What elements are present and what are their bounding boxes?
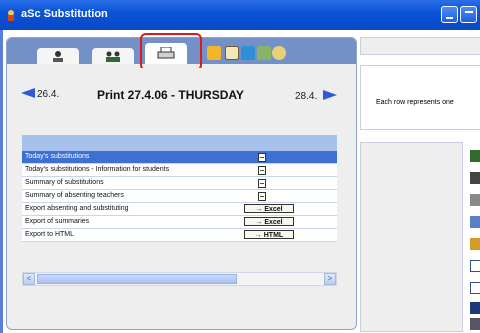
list-item[interactable]: Export to HTML → HTML bbox=[22, 229, 337, 242]
scroll-right-button[interactable]: > bbox=[324, 273, 336, 285]
next-day-link[interactable]: 28.4. bbox=[295, 90, 338, 102]
export-button[interactable]: → HTML bbox=[244, 230, 294, 239]
list-header bbox=[22, 135, 337, 151]
list-item-label: Today's substitutions bbox=[25, 153, 90, 160]
edit-icon[interactable] bbox=[470, 216, 480, 228]
prev-day-link[interactable]: 26.4. bbox=[21, 88, 59, 100]
title-bar[interactable]: aSc Substitution bbox=[0, 0, 480, 30]
scroll-thumb[interactable] bbox=[37, 274, 237, 284]
key-icon[interactable] bbox=[470, 238, 480, 250]
list-item[interactable]: Export absenting and substituting → Excel bbox=[22, 203, 337, 216]
prev-day-label: 26.4. bbox=[37, 89, 60, 100]
group-icon bbox=[106, 51, 120, 62]
list-item-label: Export absenting and substituting bbox=[25, 205, 129, 212]
app-window: aSc Substitution 26.4. Print 27.4.06 - T… bbox=[0, 0, 480, 333]
client-area: 26.4. Print 27.4.06 - THURSDAY 28.4. Tod… bbox=[3, 30, 480, 333]
print-options-list: Today's substitutions Today's substitutio… bbox=[22, 151, 337, 242]
export-button[interactable]: → Excel bbox=[244, 204, 294, 213]
list-item[interactable]: Export of summaries → Excel bbox=[22, 216, 337, 229]
arrow-right-icon bbox=[323, 90, 338, 100]
arrow-left-icon bbox=[21, 88, 35, 98]
print-panel: 26.4. Print 27.4.06 - THURSDAY 28.4. Tod… bbox=[6, 33, 357, 330]
tab-teacher[interactable] bbox=[37, 48, 79, 64]
minimize-button[interactable] bbox=[441, 6, 458, 23]
info-text: Each row represents one bbox=[376, 99, 454, 106]
right-panel-info: Each row represents one bbox=[360, 65, 480, 130]
absence-icon[interactable] bbox=[207, 46, 221, 60]
tab-group[interactable] bbox=[92, 48, 134, 64]
window-title: aSc Substitution bbox=[21, 8, 108, 20]
pin-icon[interactable] bbox=[241, 46, 255, 60]
list-item[interactable]: Today's substitutions - Information for … bbox=[22, 164, 337, 177]
right-panel-list bbox=[360, 142, 463, 332]
help-icon[interactable] bbox=[470, 302, 480, 314]
list-item-label: Summary of substitutions bbox=[25, 179, 104, 186]
app-icon bbox=[8, 10, 14, 21]
print-preview-icon[interactable] bbox=[258, 166, 266, 175]
window-icon[interactable] bbox=[470, 260, 480, 272]
print-date-title: Print 27.4.06 - THURSDAY bbox=[97, 88, 244, 102]
group-icon[interactable] bbox=[470, 150, 480, 162]
side-toolbar bbox=[467, 150, 480, 330]
table-icon[interactable] bbox=[470, 194, 480, 206]
list-item[interactable]: Summary of absenting teachers bbox=[22, 190, 337, 203]
date-navigation: 26.4. Print 27.4.06 - THURSDAY 28.4. bbox=[19, 88, 344, 108]
disk-icon[interactable] bbox=[257, 46, 271, 60]
scroll-left-button[interactable]: < bbox=[23, 273, 35, 285]
print-preview-icon[interactable] bbox=[258, 153, 266, 162]
tools-icon[interactable] bbox=[470, 318, 480, 330]
teacher-icon bbox=[53, 51, 63, 62]
print-preview-icon[interactable] bbox=[258, 179, 266, 188]
print-preview-icon[interactable] bbox=[258, 192, 266, 201]
list-item-label: Export to HTML bbox=[25, 231, 75, 238]
list-item-label: Export of summaries bbox=[25, 218, 90, 225]
coins-icon[interactable] bbox=[272, 46, 286, 60]
books-icon[interactable] bbox=[225, 46, 239, 60]
teacher-icon[interactable] bbox=[470, 172, 480, 184]
print-tab-highlight bbox=[140, 33, 202, 71]
list-item[interactable]: Summary of substitutions bbox=[22, 177, 337, 190]
next-day-label: 28.4. bbox=[295, 91, 318, 102]
list-item[interactable]: Today's substitutions bbox=[22, 151, 337, 164]
right-panel-top bbox=[360, 37, 480, 55]
list-item-label: Today's substitutions - Information for … bbox=[25, 166, 170, 173]
export-button[interactable]: → Excel bbox=[244, 217, 294, 226]
maximize-button[interactable] bbox=[460, 6, 477, 23]
list-item-label: Summary of absenting teachers bbox=[25, 192, 124, 199]
horizontal-scrollbar[interactable]: < > bbox=[22, 272, 337, 286]
frame-icon[interactable] bbox=[470, 282, 480, 294]
